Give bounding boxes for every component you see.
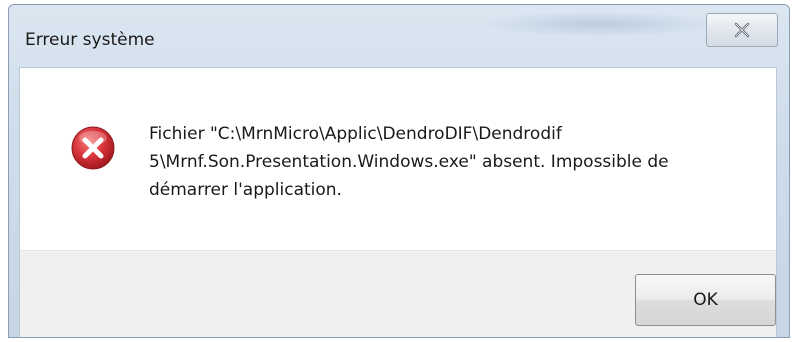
title-bar[interactable]: Erreur système: [9, 5, 789, 67]
message-area: Fichier "C:\MrnMicro\Applic\DendroDIF\De…: [20, 68, 776, 250]
close-icon: [733, 22, 751, 38]
dialog-client-area: Fichier "C:\MrnMicro\Applic\DendroDIF\De…: [19, 67, 777, 337]
ok-button[interactable]: OK: [635, 274, 776, 326]
error-icon: [69, 124, 117, 172]
error-dialog-window: Erreur système Fichier "C:\MrnMicro\Appl…: [8, 4, 790, 338]
dialog-title: Erreur système: [25, 30, 155, 50]
message-line: Fichier "C:\MrnMicro\Applic\DendroDIF\De…: [149, 124, 562, 144]
message-line: démarrer l'application.: [149, 180, 342, 200]
error-message: Fichier "C:\MrnMicro\Applic\DendroDIF\De…: [149, 120, 759, 204]
close-button[interactable]: [706, 13, 778, 47]
message-line: 5\Mrnf.Son.Presentation.Windows.exe" abs…: [149, 152, 669, 172]
button-footer: OK: [20, 250, 776, 337]
